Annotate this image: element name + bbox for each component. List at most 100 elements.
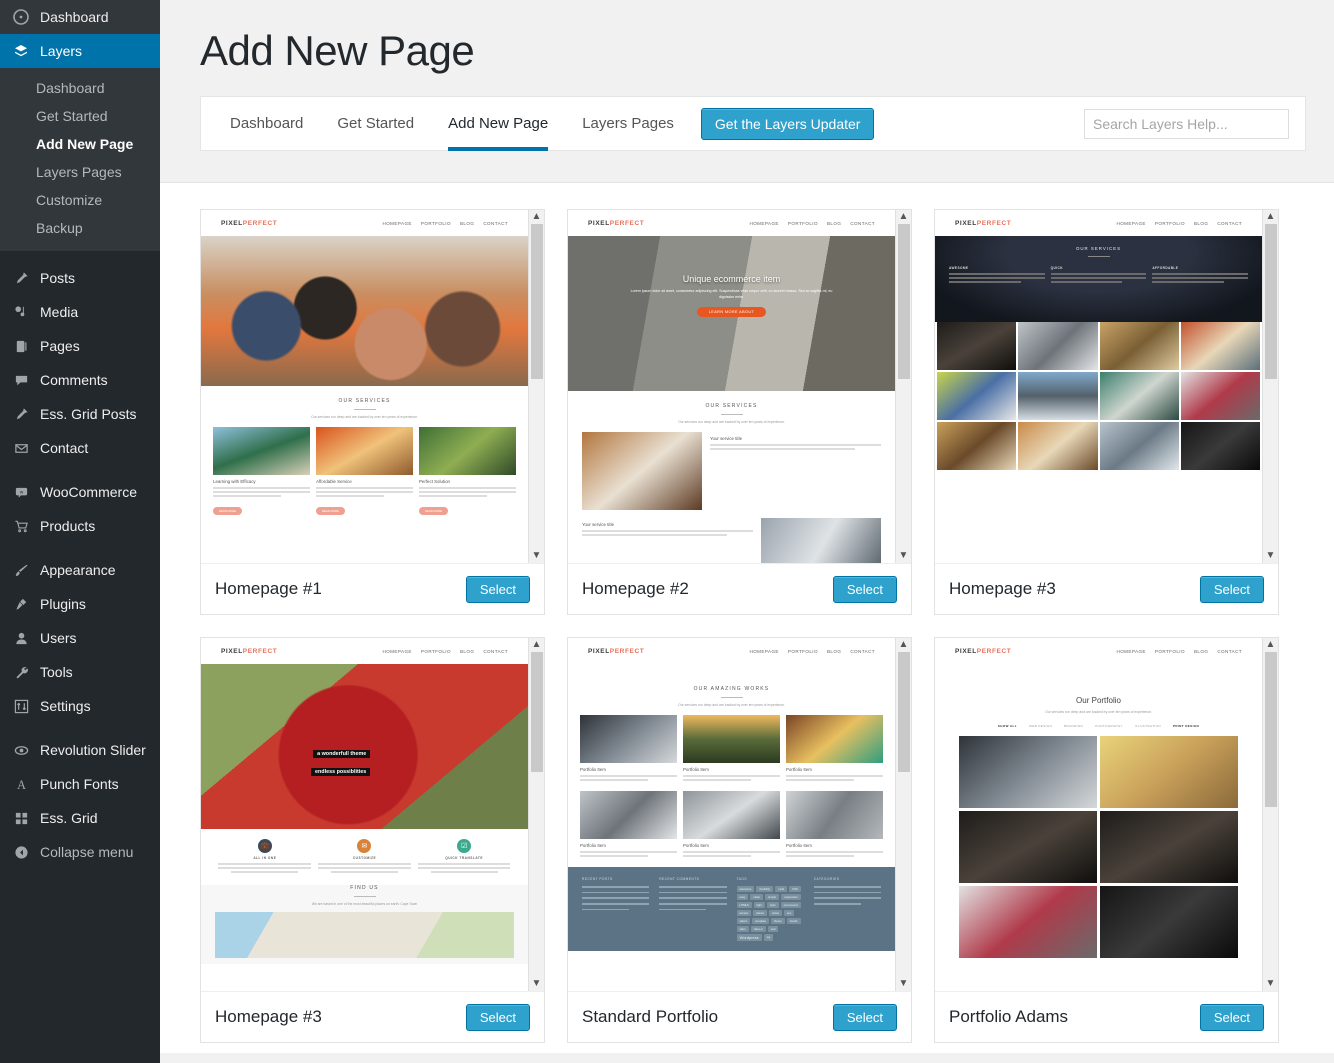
sidebar-item-settings-label: Settings [40, 698, 91, 714]
scroll-down-icon[interactable]: ▼ [1266, 979, 1276, 989]
template-preview[interactable]: PIXELPERFECT HOMEPAGE PORTFOLIO BLOG CON… [568, 638, 911, 993]
sidebar-item-ess-grid[interactable]: Ess. Grid [0, 801, 160, 835]
sidebar-item-products[interactable]: Products [0, 509, 160, 543]
filter-photography[interactable]: PHOTOGRAPHY [1095, 724, 1123, 728]
submenu-item-dashboard[interactable]: Dashboard [0, 74, 160, 102]
sidebar-item-collapse-menu[interactable]: Collapse menu [0, 835, 160, 869]
mini-nav-blog: BLOG [459, 220, 475, 226]
scroll-up-icon[interactable]: ▲ [532, 212, 542, 222]
scroll-down-icon[interactable]: ▼ [1266, 551, 1276, 561]
template-card[interactable]: PIXELPERFECT HOMEPAGE PORTFOLIO BLOG CON… [934, 637, 1279, 1044]
sidebar-item-contact[interactable]: Contact [0, 431, 160, 465]
template-preview[interactable]: PIXELPERFECT HOMEPAGE PORTFOLIO BLOG CON… [935, 210, 1278, 565]
template-card[interactable]: PIXELPERFECT HOMEPAGE PORTFOLIO BLOG CON… [567, 209, 912, 616]
submenu-item-add-new-page[interactable]: Add New Page [0, 130, 160, 158]
dashboard-icon [11, 7, 31, 27]
sidebar-item-collapse-menu-label: Collapse menu [40, 844, 134, 860]
sidebar-item-appearance-label: Appearance [40, 562, 116, 578]
select-button[interactable]: Select [465, 575, 530, 603]
admin-sidebar: Dashboard Layers Dashboard Get Started A… [0, 0, 160, 1063]
submenu-item-customize[interactable]: Customize [0, 186, 160, 214]
submenu-item-backup[interactable]: Backup [0, 214, 160, 242]
filter-print-design[interactable]: PRINT DESIGN [1173, 724, 1199, 728]
sidebar-item-appearance[interactable]: Appearance [0, 553, 160, 587]
mini-logo: PIXELPERFECT [221, 647, 278, 655]
template-preview[interactable]: PIXELPERFECT HOMEPAGE PORTFOLIO BLOG CON… [935, 638, 1278, 993]
mini-nav: HOMEPAGE PORTFOLIO BLOG CONTACT [382, 221, 508, 226]
tab-add-new-page[interactable]: Add New Page [431, 96, 565, 152]
template-card[interactable]: PIXELPERFECT HOMEPAGE PORTFOLIO BLOG CON… [567, 637, 912, 1044]
sidebar-item-dashboard[interactable]: Dashboard [0, 0, 160, 34]
sidebar-item-posts[interactable]: Posts [0, 261, 160, 295]
scroll-down-icon[interactable]: ▼ [899, 551, 909, 561]
sidebar-item-comments[interactable]: Comments [0, 363, 160, 397]
scroll-up-icon[interactable]: ▲ [899, 212, 909, 222]
tag: HTML5 [736, 902, 752, 909]
sidebar-item-plugins[interactable]: Plugins [0, 587, 160, 621]
template-card[interactable]: PIXELPERFECT HOMEPAGE PORTFOLIO BLOG CON… [934, 209, 1279, 616]
scrollbar-thumb[interactable] [1265, 652, 1277, 808]
get-layers-updater-button[interactable]: Get the Layers Updater [700, 107, 875, 140]
scroll-down-icon[interactable]: ▼ [532, 979, 542, 989]
scrollbar-thumb[interactable] [1265, 224, 1277, 380]
tab-dashboard[interactable]: Dashboard [213, 96, 320, 151]
page-header: Add New Page [160, 0, 1334, 75]
template-name: Standard Portfolio [582, 1007, 719, 1027]
filter-branding[interactable]: BRANDING [1064, 724, 1083, 728]
template-preview[interactable]: PIXELPERFECT HOMEPAGE PORTFOLIO BLOG CON… [201, 210, 544, 565]
preview-viewport: PIXELPERFECT HOMEPAGE PORTFOLIO BLOG CON… [568, 210, 895, 564]
scroll-up-icon[interactable]: ▲ [532, 640, 542, 650]
scroll-up-icon[interactable]: ▲ [1266, 640, 1276, 650]
submenu-item-layers-pages[interactable]: Layers Pages [0, 158, 160, 186]
sidebar-item-revolution-slider[interactable]: Revolution Slider [0, 733, 160, 767]
portfolio-image [683, 715, 780, 764]
sidebar-item-users[interactable]: Users [0, 621, 160, 655]
tab-layers-pages[interactable]: Layers Pages [565, 96, 691, 151]
scroll-up-icon[interactable]: ▲ [1266, 212, 1276, 222]
scrollbar-thumb[interactable] [531, 652, 543, 773]
preview-scrollbar[interactable]: ▲ ▼ [1262, 210, 1278, 564]
scroll-down-icon[interactable]: ▼ [532, 551, 542, 561]
search-input[interactable] [1084, 108, 1289, 139]
scrollbar-thumb[interactable] [531, 224, 543, 380]
scroll-down-icon[interactable]: ▼ [899, 979, 909, 989]
select-button[interactable]: Select [1199, 575, 1264, 603]
preview-scrollbar[interactable]: ▲ ▼ [895, 210, 911, 564]
feature-item: ✉ CUSTOMIZE [318, 839, 411, 873]
select-button[interactable]: Select [465, 1003, 530, 1031]
sidebar-item-ess-grid-posts[interactable]: Ess. Grid Posts [0, 397, 160, 431]
sidebar-item-tools[interactable]: Tools [0, 655, 160, 689]
submenu-item-get-started[interactable]: Get Started [0, 102, 160, 130]
template-preview[interactable]: PIXELPERFECT HOMEPAGE PORTFOLIO BLOG CON… [568, 210, 911, 565]
template-card[interactable]: PIXELPERFECT HOMEPAGE PORTFOLIO BLOG CON… [200, 209, 545, 616]
tag: seo [783, 910, 795, 917]
filter-illustration[interactable]: ILLUSTRATION [1135, 724, 1161, 728]
scrollbar-thumb[interactable] [898, 224, 910, 380]
widget-heading: RECENT COMMENTS [659, 877, 700, 882]
sidebar-item-settings[interactable]: Settings [0, 689, 160, 723]
select-button[interactable]: Select [832, 575, 897, 603]
menu-divider [0, 723, 160, 733]
sidebar-item-punch-fonts[interactable]: A Punch Fonts [0, 767, 160, 801]
tab-get-started[interactable]: Get Started [320, 96, 431, 151]
svg-text:A: A [17, 778, 26, 792]
sidebar-item-media[interactable]: Media [0, 295, 160, 329]
preview-scrollbar[interactable]: ▲ ▼ [528, 638, 544, 992]
filter-show-all[interactable]: SHOW ALL [998, 724, 1017, 728]
preview-scrollbar[interactable]: ▲ ▼ [895, 638, 911, 992]
sidebar-item-layers[interactable]: Layers [0, 34, 160, 68]
scroll-up-icon[interactable]: ▲ [899, 640, 909, 650]
portfolio-row: Portfolio Item Portfolio Item Portfolio … [568, 783, 895, 859]
scrollbar-thumb[interactable] [898, 652, 910, 773]
filter-web-design[interactable]: WEB DESIGN [1029, 724, 1052, 728]
sidebar-item-ess-grid-label: Ess. Grid [40, 810, 98, 826]
portfolio-item: Portfolio Item [683, 791, 780, 859]
sidebar-item-woocommerce[interactable]: w WooCommerce [0, 475, 160, 509]
select-button[interactable]: Select [832, 1003, 897, 1031]
select-button[interactable]: Select [1199, 1003, 1264, 1031]
template-card[interactable]: PIXELPERFECT HOMEPAGE PORTFOLIO BLOG CON… [200, 637, 545, 1044]
sidebar-item-pages[interactable]: Pages [0, 329, 160, 363]
preview-scrollbar[interactable]: ▲ ▼ [1262, 638, 1278, 992]
template-preview[interactable]: PIXELPERFECT HOMEPAGE PORTFOLIO BLOG CON… [201, 638, 544, 993]
preview-scrollbar[interactable]: ▲ ▼ [528, 210, 544, 564]
